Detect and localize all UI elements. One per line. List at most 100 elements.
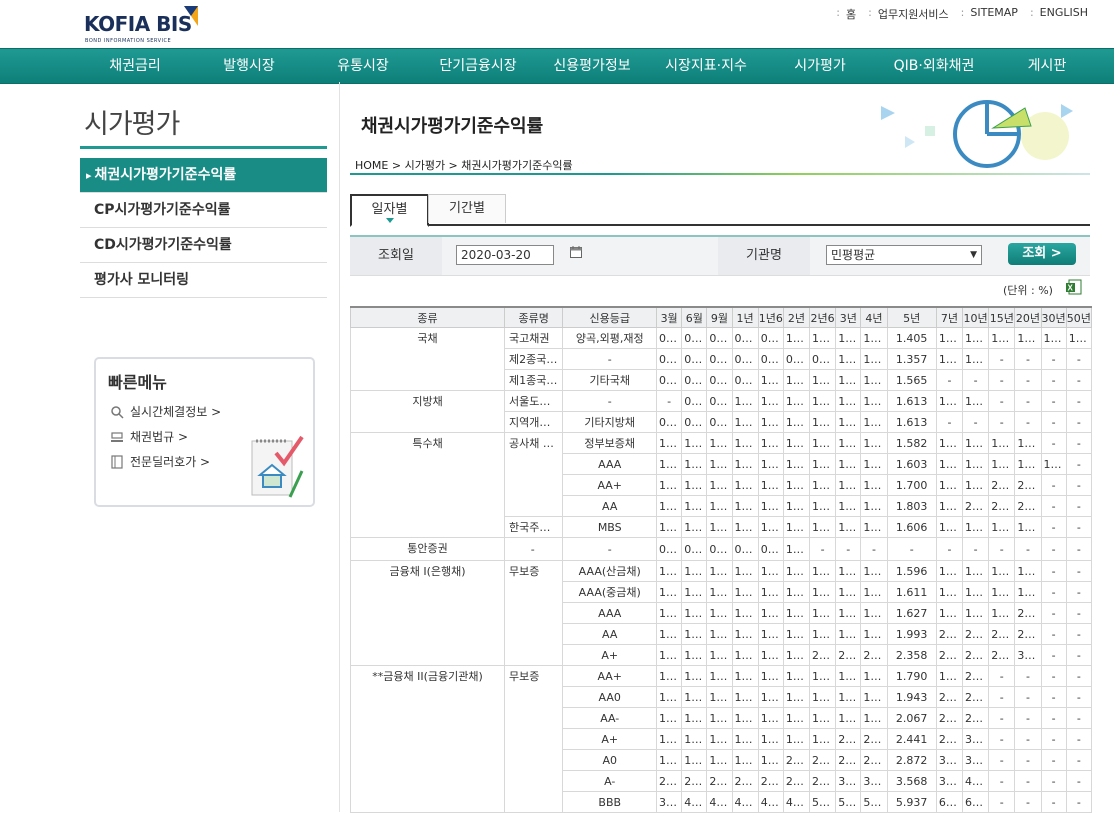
cell-yield: 2.… (656, 770, 683, 792)
cell-grade: AA0 (562, 686, 658, 708)
cell-yield: 1.… (656, 749, 683, 771)
cell-yield: 1.… (935, 474, 964, 496)
cell-yield: - (1065, 453, 1093, 475)
nav-board[interactable]: 게시판 (1028, 49, 1067, 83)
cell-yield: 1.803 (886, 495, 937, 517)
sidebar-item-cp-yield[interactable]: CP시가평가기준수익률 (80, 193, 327, 228)
cell-yield: 1.… (809, 665, 837, 687)
cell-yield: 0.… (731, 348, 759, 370)
cell-grade: AA (562, 495, 658, 517)
cell-yield: 1.… (656, 474, 683, 496)
cell-yield: 1.… (809, 623, 837, 645)
notepad-illustration-icon (251, 435, 304, 498)
cell-yield: 1.… (706, 749, 733, 771)
cell-yield: 1.… (706, 623, 733, 645)
cell-yield: 0.… (731, 369, 759, 391)
cell-yield: 1.… (757, 728, 784, 750)
cell-yield: - (988, 749, 1016, 771)
cell-yield: 1.… (860, 369, 888, 391)
tab-daily[interactable]: 일자별 (350, 194, 429, 227)
cell-yield: 1.… (935, 348, 964, 370)
cell-yield: - (1065, 686, 1093, 708)
cell-yield: 1.… (757, 686, 784, 708)
cell-yield: 1.… (681, 644, 708, 666)
cell-yield: 1.… (656, 644, 683, 666)
cell-yield: 1.… (988, 560, 1016, 582)
cell-yield: 3.… (1014, 644, 1042, 666)
cell-yield: - (1014, 791, 1042, 813)
nav-issuance[interactable]: 발행시장 (223, 49, 275, 83)
cell-yield: 1.… (860, 453, 888, 475)
quick-item-law[interactable]: 채권법규 > (110, 428, 188, 445)
util-home-link[interactable]: 홈 (846, 6, 856, 22)
cell-yield: 1.565 (886, 369, 937, 391)
cell-yield: 2.872 (886, 749, 937, 771)
cell-yield: 1.… (809, 474, 837, 496)
cell-yield: 1.… (935, 560, 964, 582)
org-select[interactable]: 민평평균 ▼ (826, 245, 982, 265)
util-support-link[interactable]: 업무지원서비스 (878, 6, 949, 22)
sidebar-item-cd-yield[interactable]: CD시가평가기준수익률 (80, 228, 327, 263)
cell-yield: 1.… (962, 474, 990, 496)
cell-yield: 2.… (757, 770, 784, 792)
nav-market-index[interactable]: 시장지표·지수 (665, 49, 747, 83)
column-header: 1년 (731, 306, 759, 328)
nav-credit-rating[interactable]: 신용평가정보 (553, 49, 630, 83)
cell-yield: - (988, 686, 1016, 708)
kofia-bis-logo[interactable]: KOFIA BIS BOND INFORMATION SERVICE (84, 6, 204, 44)
column-header: 2년 (782, 306, 811, 328)
column-header: 종류 (349, 306, 506, 328)
calendar-icon[interactable] (570, 246, 582, 258)
search-button[interactable]: 조회 > (1008, 243, 1076, 265)
nav-trading[interactable]: 유통시장 (337, 49, 389, 83)
table-row: 지방채 서울도… - -0.… 0.… 1.… 1.… 1.… 1.… 1.… 1.… 1.613 1.… (349, 390, 1093, 433)
cell-yield: 3.… (656, 791, 683, 813)
cell-yield: 1.… (835, 327, 862, 349)
cell-yield: 2.… (731, 770, 759, 792)
cell-yield: 1.… (782, 495, 811, 517)
util-english-link[interactable]: ENGLISH (1040, 6, 1088, 22)
cell-yield: 0.… (706, 411, 733, 433)
cell-yield: 2.… (809, 749, 837, 771)
column-header: 20년 (1014, 306, 1042, 328)
cell-yield: 0.… (706, 327, 733, 349)
title-underline (350, 173, 1090, 175)
cell-yield: 1.… (809, 728, 837, 750)
sidebar-item-monitoring[interactable]: 평가사 모니터링 (80, 263, 327, 298)
cell-yield: 1.… (782, 602, 811, 624)
cell-grade: AAA (562, 602, 658, 624)
cell-yield: 1.613 (886, 411, 937, 433)
cell-name: 국고채권 (504, 327, 564, 349)
cell-yield: 2.… (860, 728, 888, 750)
cell-yield: 1.603 (886, 453, 937, 475)
cell-yield: 1.… (935, 495, 964, 517)
nav-valuation[interactable]: 시가평가 (794, 49, 846, 83)
date-input[interactable]: 2020-03-20 (456, 245, 554, 265)
nav-bond-rate[interactable]: 채권금리 (109, 49, 161, 83)
quick-item-realtime[interactable]: 실시간체결정보 > (110, 403, 221, 420)
util-sitemap-link[interactable]: SITEMAP (970, 6, 1018, 22)
cell-yield: 1.… (782, 665, 811, 687)
excel-download-icon[interactable]: X (1066, 279, 1082, 295)
tab-period[interactable]: 기간별 (428, 194, 506, 223)
cell-yield: 1.… (1014, 453, 1042, 475)
nav-money-market[interactable]: 단기금융시장 (439, 49, 516, 83)
cell-yield: 1.627 (886, 602, 937, 624)
cell-yield: 1.… (988, 516, 1016, 538)
nav-qib-foreign[interactable]: QIB·외화채권 (894, 49, 975, 83)
cell-yield: 4.… (706, 791, 733, 813)
cell-yield: 1.… (731, 686, 759, 708)
cell-yield: 1.… (706, 474, 733, 496)
cell-yield: 0.… (757, 348, 784, 370)
cell-yield: 6.… (962, 791, 990, 813)
cell-yield: 2.… (835, 728, 862, 750)
cell-yield: 1.… (656, 728, 683, 750)
sidebar-item-bond-yield[interactable]: 채권시가평가기준수익률 (80, 158, 327, 193)
cell-yield: 1.… (757, 432, 784, 454)
cell-yield: 1.… (835, 707, 862, 729)
cell-yield: 1.… (731, 474, 759, 496)
quick-item-dealer[interactable]: 전문딜러호가 > (110, 453, 210, 470)
cell-type: 금융채 I(은행채) (349, 560, 506, 666)
cell-type: 특수채 (349, 432, 506, 538)
column-header: 4년 (860, 306, 888, 328)
